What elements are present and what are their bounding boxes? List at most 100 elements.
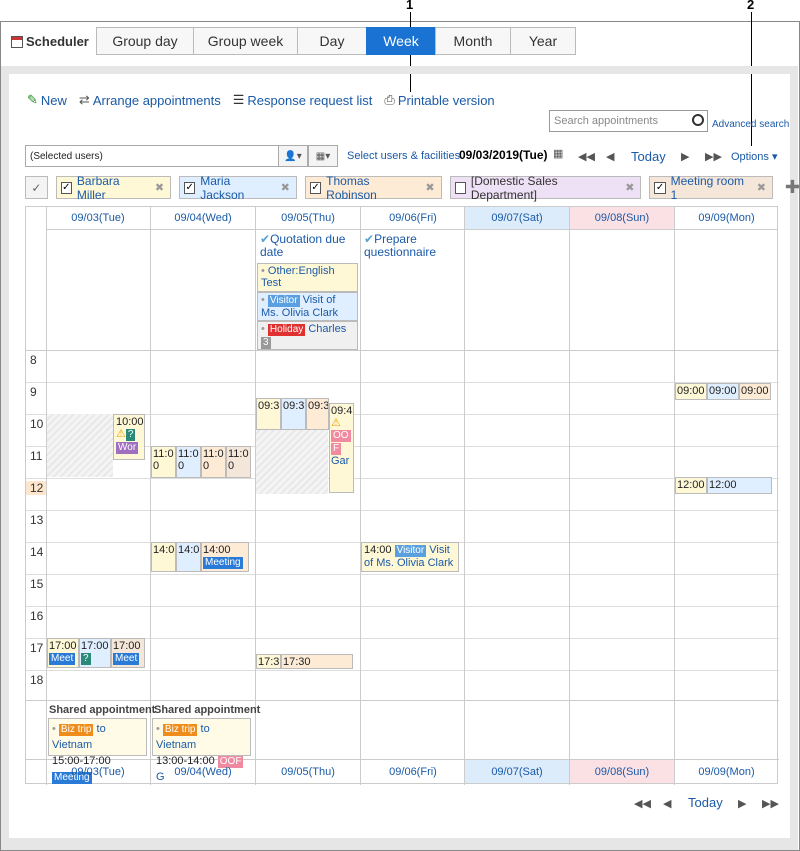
advanced-search-link[interactable]: Advanced search	[712, 119, 789, 130]
day-footer[interactable]: 09/07(Sat)	[465, 760, 569, 783]
selected-users-field[interactable]: (Selected users)	[25, 145, 279, 167]
search-icon[interactable]	[692, 114, 704, 126]
event-block[interactable]: 17:00 Meet	[47, 638, 79, 668]
event-block[interactable]: 11:0 0	[151, 446, 176, 478]
next-day-icon[interactable]: ▶	[738, 797, 746, 810]
next-day-icon[interactable]: ▶	[681, 150, 689, 163]
event-block[interactable]: 09:3	[281, 398, 306, 430]
close-icon[interactable]: ✖	[281, 181, 290, 194]
next-week-icon[interactable]: ▶▶	[705, 150, 722, 163]
checkmark-icon: ✓	[31, 180, 42, 195]
day-header[interactable]: 09/07(Sat)	[465, 207, 569, 230]
event-block[interactable]: 14:00 Visitor Visit of Ms. Olivia Clark	[361, 542, 459, 572]
facility-picker-button[interactable]: ▦▾	[308, 145, 338, 167]
checkbox[interactable]: ✓	[309, 181, 322, 194]
options-menu[interactable]: Options ▾	[731, 150, 778, 163]
arrange-button[interactable]: ⇄ Arrange appointments	[79, 92, 221, 108]
todo-item[interactable]: ✔Quotation due date	[260, 233, 355, 259]
select-all-checkbox[interactable]: ✓	[25, 176, 48, 199]
allday-event[interactable]: • Holiday Charles 3	[257, 321, 358, 350]
day-footer[interactable]: 09/09(Mon)	[675, 760, 778, 783]
day-footer[interactable]: 09/04(Wed)	[151, 760, 255, 783]
event-block[interactable]: 11:0 0	[226, 446, 251, 478]
tab-day[interactable]: Day	[297, 27, 367, 55]
chip-domestic-sales[interactable]: [Domestic Sales Department] ✖	[449, 174, 642, 202]
event-block[interactable]: 12:00	[707, 477, 772, 494]
event-block[interactable]: 17:00?	[79, 638, 111, 668]
chip-maria-jackson[interactable]: ✓ Maria Jackson ✖	[179, 174, 297, 202]
day-footer[interactable]: 09/03(Tue)	[46, 760, 150, 783]
day-footer[interactable]: 09/06(Fri)	[361, 760, 465, 783]
close-icon[interactable]: ✖	[425, 181, 434, 194]
close-icon[interactable]: ✖	[757, 181, 766, 194]
shared-event[interactable]: • Biz trip to Vietnam 13:00-14:00 OOF G	[152, 718, 251, 783]
event-block[interactable]: 14:0	[151, 542, 176, 572]
event-block[interactable]: 14:00 Meeting	[201, 542, 249, 572]
tab-week[interactable]: Week	[366, 27, 436, 55]
check-icon: ✔	[364, 232, 375, 246]
tab-group-day[interactable]: Group day	[96, 27, 194, 55]
checkbox[interactable]: ✓	[184, 181, 196, 194]
day-footer[interactable]: 09/05(Thu)	[256, 760, 360, 783]
day-footer[interactable]: 09/08(Sun)	[570, 760, 674, 783]
shared-event[interactable]: • Biz trip to Vietnam 15:00-17:00 Meeting	[48, 718, 147, 784]
select-users-link[interactable]: Select users & facilities	[347, 150, 460, 162]
add-icon[interactable]: ✚	[785, 177, 800, 198]
chip-barbara-miller[interactable]: ✓ Barbara Miller ✖	[55, 173, 172, 202]
prev-week-icon[interactable]: ◀◀	[634, 797, 651, 810]
chip-label: Barbara Miller	[76, 173, 120, 202]
event-time: 09:3	[308, 400, 329, 412]
tab-year[interactable]: Year	[510, 27, 576, 55]
day-header[interactable]: 09/08(Sun)	[570, 207, 674, 230]
day-header[interactable]: 09/03(Tue)	[46, 207, 150, 230]
checkbox[interactable]: ✓	[654, 181, 666, 194]
event-time: 14:0	[153, 544, 175, 556]
response-list-button[interactable]: ☰ Response request list	[233, 92, 373, 108]
day-header[interactable]: 09/04(Wed)	[151, 207, 255, 230]
event-block[interactable]: 14:0	[176, 542, 201, 572]
prev-day-icon[interactable]: ◀	[606, 150, 614, 163]
event-block[interactable]: 17:3	[256, 654, 281, 669]
event-block[interactable]: 09:00	[739, 383, 771, 400]
day-header[interactable]: 09/05(Thu)	[256, 207, 360, 230]
event-block[interactable]: 09:3	[306, 398, 329, 430]
prev-day-icon[interactable]: ◀	[663, 797, 671, 810]
checkbox[interactable]	[454, 181, 466, 194]
bullet: •	[156, 723, 163, 735]
event-block[interactable]: 11:0 0	[201, 446, 226, 478]
today-button[interactable]: Today	[688, 795, 723, 810]
tab-month[interactable]: Month	[435, 27, 511, 55]
chip-thomas-robinson[interactable]: ✓ Thomas Robinson ✖	[304, 174, 442, 202]
event-block[interactable]: 10:00 ⚠? Wor	[113, 414, 145, 460]
event-block[interactable]: 09:00	[707, 383, 739, 400]
new-button[interactable]: ✎ New	[27, 92, 67, 108]
close-icon[interactable]: ✖	[155, 181, 164, 194]
search-input[interactable]: Search appointments	[549, 110, 708, 132]
more-count-badge[interactable]: 3	[261, 337, 271, 349]
today-button[interactable]: Today	[631, 149, 666, 164]
event-block[interactable]: 12:00	[675, 477, 707, 494]
day-header[interactable]: 09/06(Fri)	[361, 207, 465, 230]
event-block[interactable]: 09:3	[256, 398, 281, 430]
close-icon[interactable]: ✖	[625, 181, 634, 194]
prev-week-icon[interactable]: ◀◀	[578, 150, 595, 163]
hour-line	[26, 670, 779, 671]
event-block[interactable]: 09:4 ⚠ OO F Gar	[329, 403, 354, 493]
allday-event[interactable]: • Other:English Test	[257, 263, 358, 292]
meeting-badge: Meet	[49, 653, 76, 665]
event-block[interactable]: 11:0 0	[176, 446, 201, 478]
hour-label: 17	[30, 641, 44, 655]
todo-item[interactable]: ✔Prepare questionnaire	[364, 233, 459, 259]
event-block[interactable]: 09:00	[675, 383, 707, 400]
tab-group-week[interactable]: Group week	[193, 27, 298, 55]
next-week-icon[interactable]: ▶▶	[762, 797, 779, 810]
user-picker-button[interactable]: 👤▾	[278, 145, 308, 167]
allday-event[interactable]: • Visitor Visit of Ms. Olivia Clark	[257, 292, 358, 321]
checkbox[interactable]: ✓	[60, 181, 72, 194]
date-picker-icon[interactable]: ▦	[553, 147, 563, 160]
event-block[interactable]: 17:00 Meet	[111, 638, 145, 668]
event-block[interactable]: 17:30	[281, 654, 353, 669]
day-header[interactable]: 09/09(Mon)	[675, 207, 778, 230]
chip-meeting-room-1[interactable]: ✓ Meeting room 1 ✖	[649, 174, 773, 202]
printable-button[interactable]: ⎙ Printable version	[384, 92, 494, 108]
